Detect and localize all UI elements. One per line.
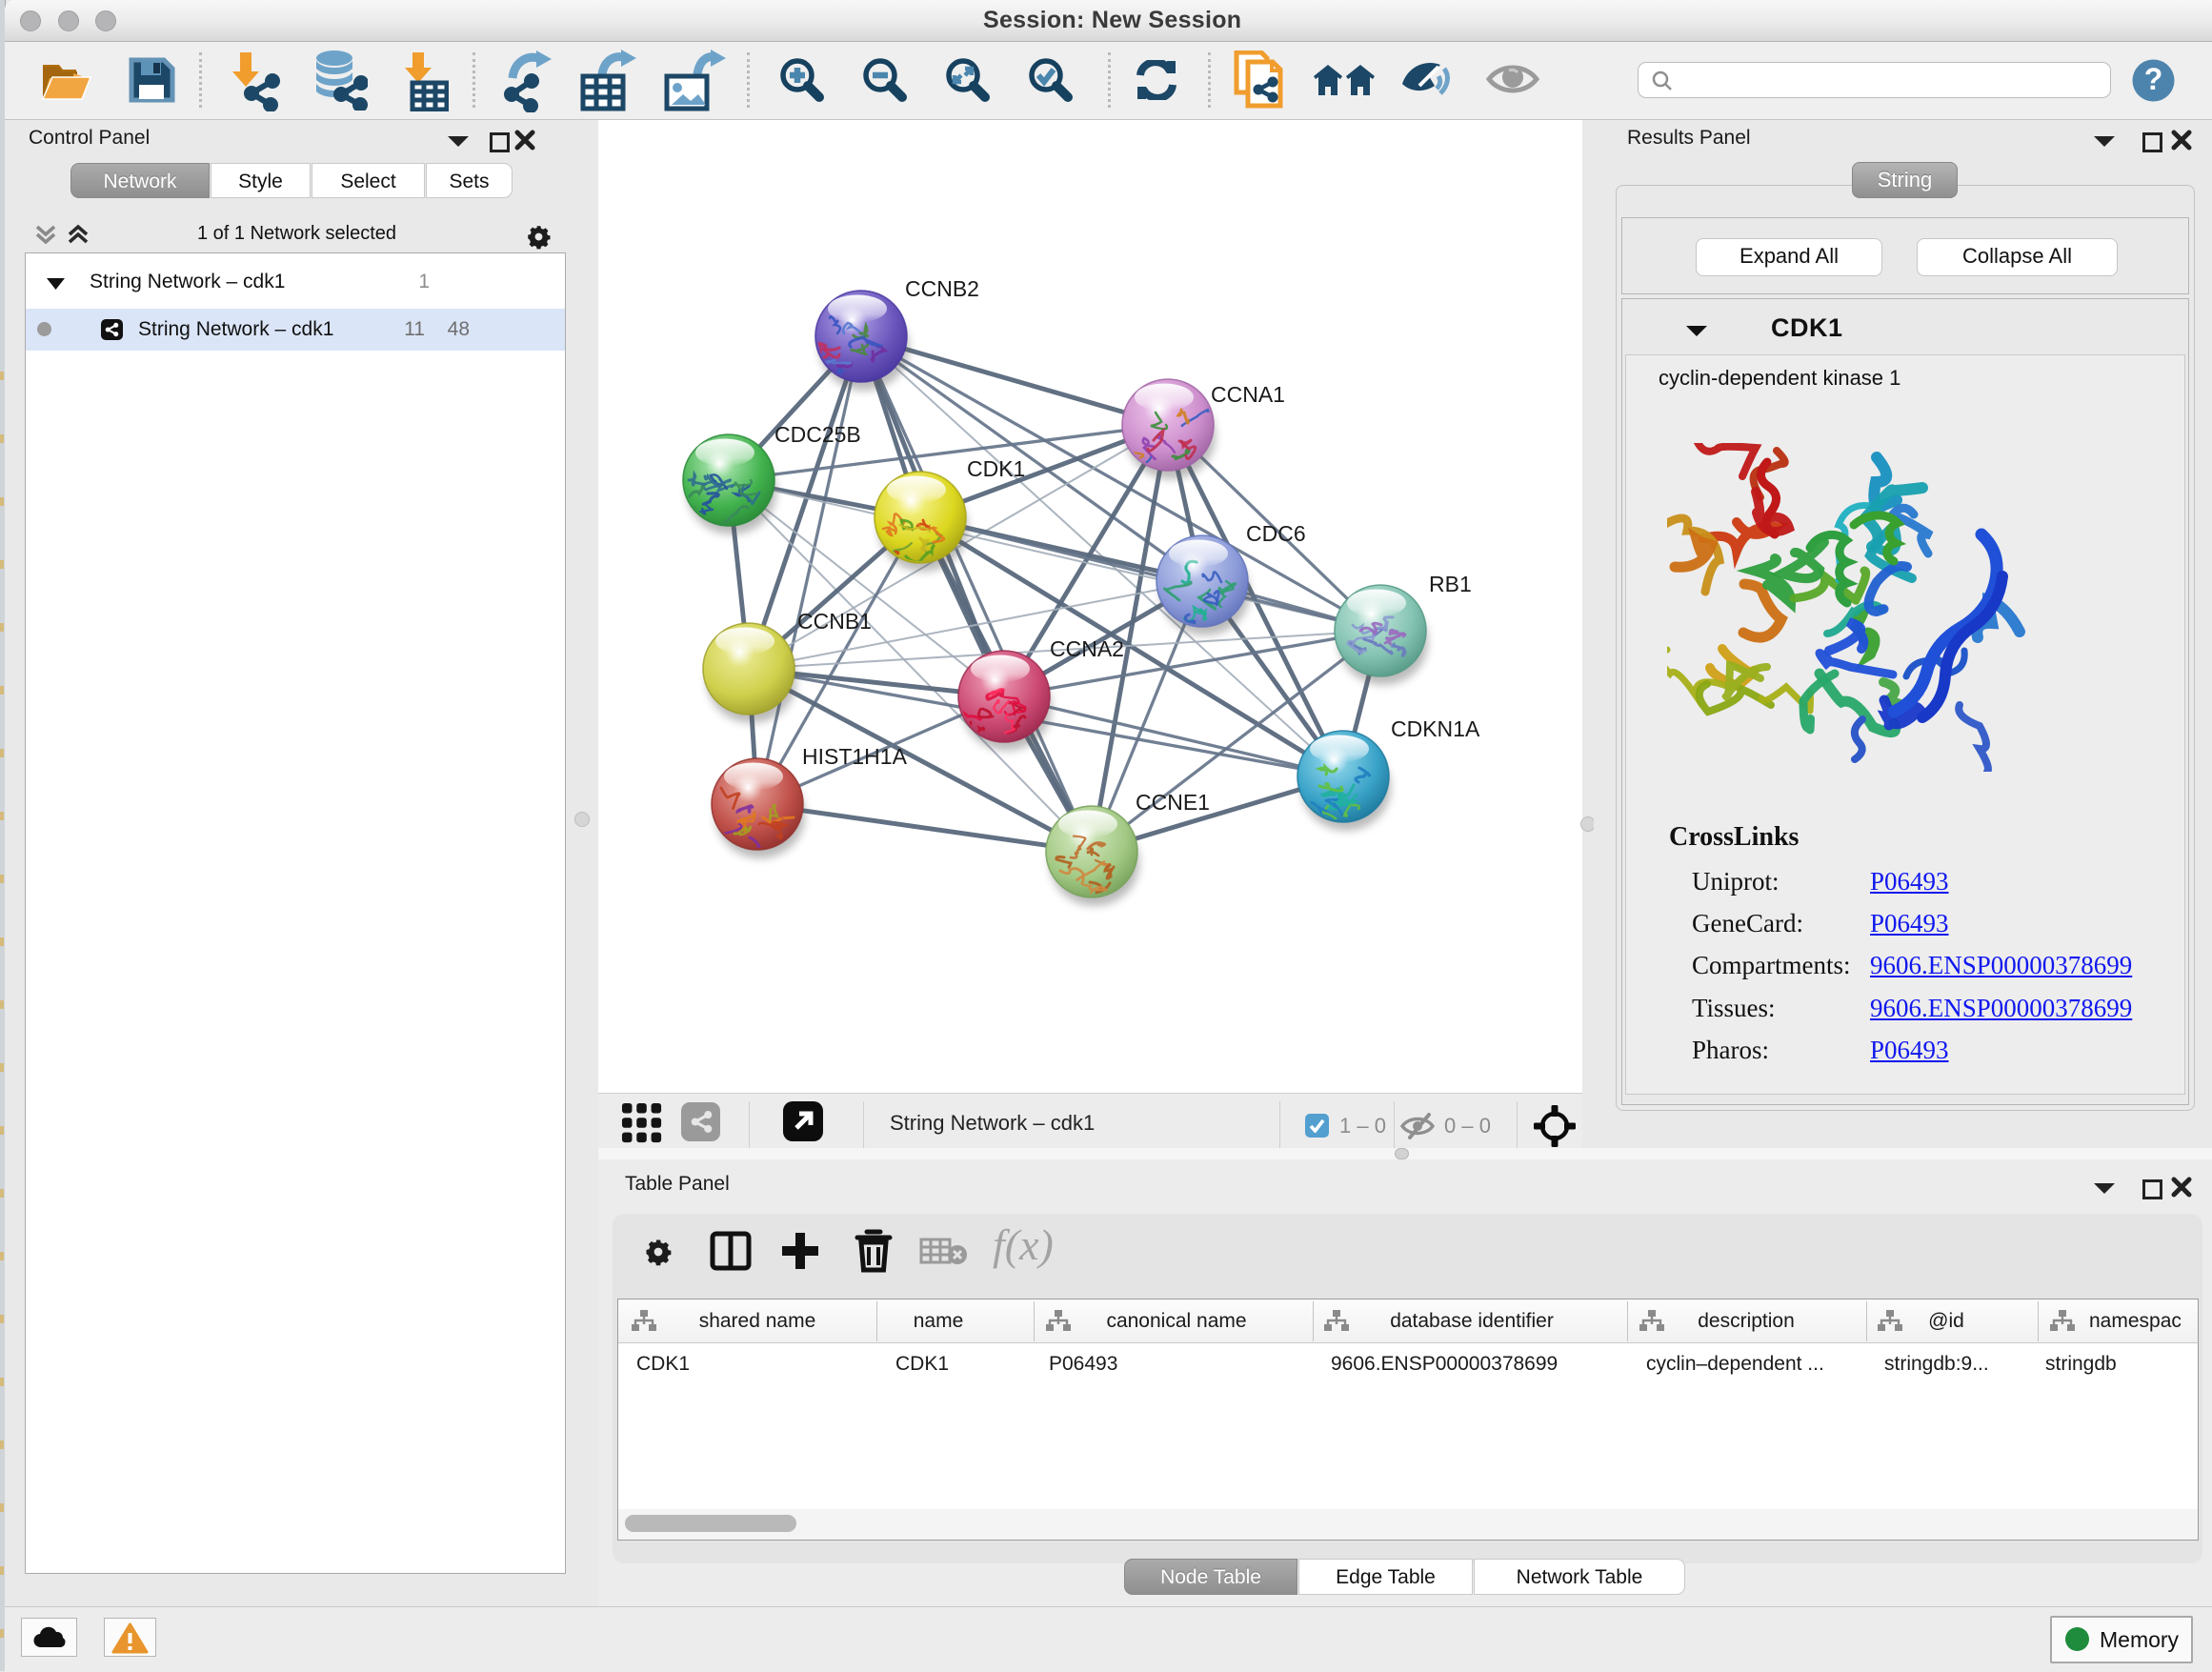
svg-text:CDC25B: CDC25B — [774, 422, 861, 447]
svg-text:CCNB1: CCNB1 — [797, 609, 872, 634]
svg-text:CCNB2: CCNB2 — [905, 276, 979, 301]
svg-text:?: ? — [2144, 62, 2163, 96]
svg-text:CCNA1: CCNA1 — [1211, 382, 1285, 407]
svg-text:CDC6: CDC6 — [1246, 521, 1306, 546]
svg-text:CDKN1A: CDKN1A — [1391, 716, 1480, 741]
svg-text:CDK1: CDK1 — [967, 456, 1025, 481]
svg-text:CCNE1: CCNE1 — [1136, 790, 1210, 815]
svg-text:CCNA2: CCNA2 — [1050, 636, 1124, 661]
svg-text:RB1: RB1 — [1429, 572, 1472, 596]
svg-text:HIST1H1A: HIST1H1A — [802, 744, 908, 769]
